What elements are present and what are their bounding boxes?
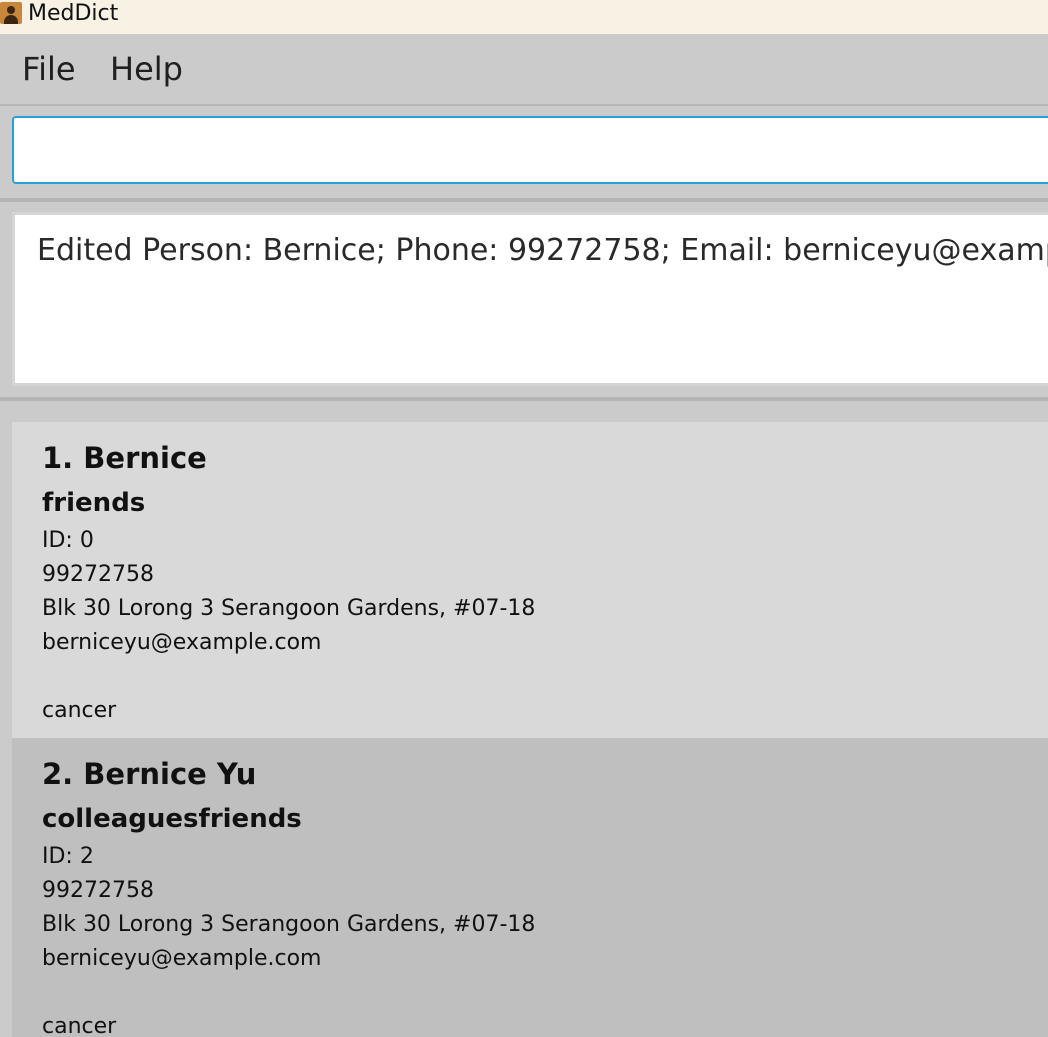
divider <box>0 397 1048 401</box>
person-name: 1. Bernice <box>42 441 207 475</box>
result-text: Edited Person: Bernice; Phone: 99272758;… <box>37 233 1048 268</box>
menu-bar: File Help <box>0 34 1048 106</box>
person-id: ID: 0 <box>42 528 94 553</box>
divider <box>0 198 1048 202</box>
person-address: Blk 30 Lorong 3 Serangoon Gardens, #07-1… <box>42 596 536 621</box>
person-card[interactable]: 2. Bernice Yu colleaguesfriends ID: 2 99… <box>12 738 1048 1037</box>
menu-help[interactable]: Help <box>110 49 183 89</box>
window-title: MedDict <box>28 1 119 26</box>
person-tags: colleaguesfriends <box>42 804 302 834</box>
command-input[interactable] <box>12 116 1048 184</box>
menu-file[interactable]: File <box>22 49 76 89</box>
person-address: Blk 30 Lorong 3 Serangoon Gardens, #07-1… <box>42 912 536 937</box>
person-phone: 99272758 <box>42 878 154 903</box>
person-id: ID: 2 <box>42 844 94 869</box>
person-list[interactable]: 1. Bernice friends ID: 0 99272758 Blk 30… <box>12 422 1048 1037</box>
result-display[interactable]: Edited Person: Bernice; Phone: 99272758;… <box>12 212 1048 386</box>
person-phone: 99272758 <box>42 562 154 587</box>
person-tags: friends <box>42 488 146 518</box>
person-condition: cancer <box>42 1014 117 1037</box>
person-name: 2. Bernice Yu <box>42 757 257 791</box>
person-email: berniceyu@example.com <box>42 630 322 655</box>
person-email: berniceyu@example.com <box>42 946 322 971</box>
person-icon <box>0 2 22 24</box>
window-titlebar: MedDict <box>0 0 1048 34</box>
person-card[interactable]: 1. Bernice friends ID: 0 99272758 Blk 30… <box>12 422 1048 738</box>
person-condition: cancer <box>42 698 117 723</box>
